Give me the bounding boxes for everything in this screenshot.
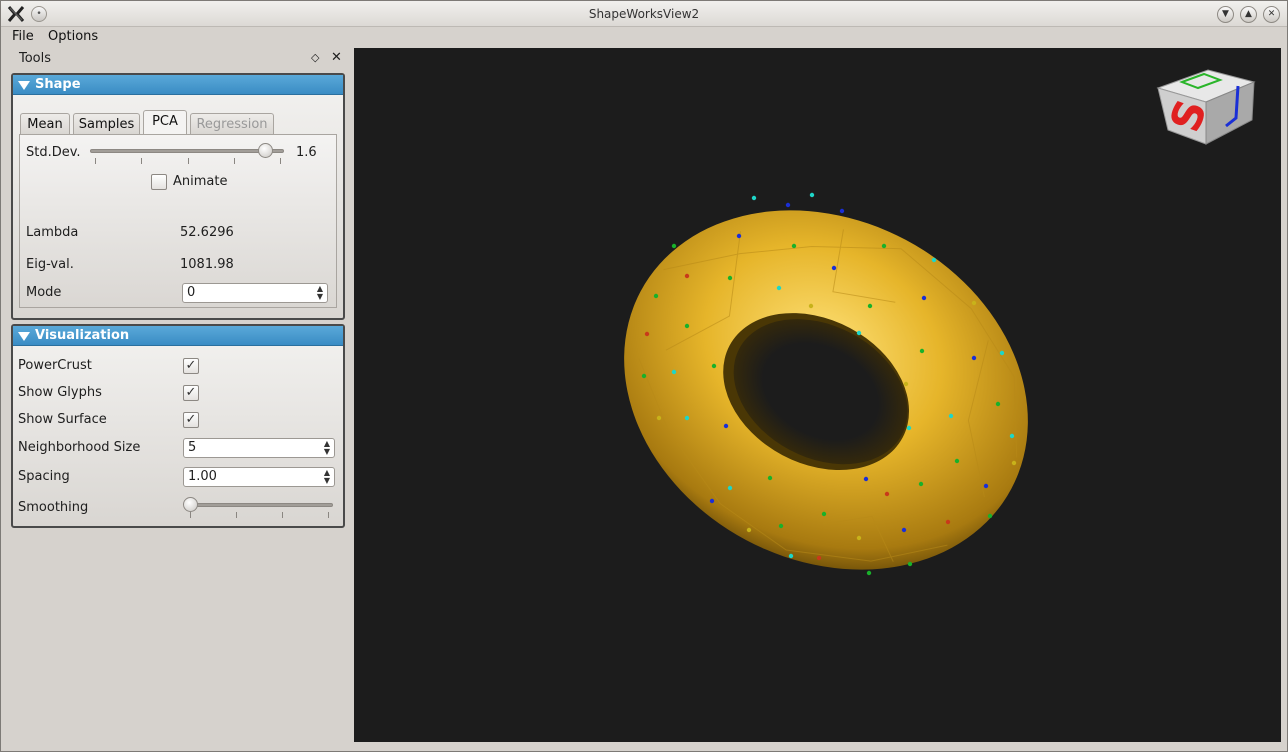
stddev-label: Std.Dev. [26, 145, 81, 160]
slider-tick [236, 512, 237, 518]
slider-tick [234, 158, 235, 164]
show-surface-label: Show Surface [18, 412, 107, 427]
menu-file[interactable]: File [12, 29, 34, 44]
spin-arrows-icon[interactable]: ▲ ▼ [315, 285, 325, 301]
chevron-up-icon: ▲ [1245, 9, 1252, 19]
checkmark-icon: ✓ [185, 412, 197, 427]
window-title: ShapeWorksView2 [588, 7, 700, 21]
shape-group-title: Shape [35, 77, 81, 92]
dock-title: Tools [19, 51, 52, 66]
powercrust-checkbox[interactable]: ✓ [183, 358, 199, 374]
minimize-button[interactable]: ▼ [1217, 6, 1234, 23]
slider-tick [280, 158, 281, 164]
tab-regression: Regression [190, 113, 274, 135]
slider-tick [190, 512, 191, 518]
visualization-group-header[interactable]: Visualization [13, 326, 343, 346]
shape-group-header[interactable]: Shape [13, 75, 343, 95]
spin-arrows-icon[interactable]: ▲ ▼ [322, 469, 332, 485]
maximize-button[interactable]: ▲ [1240, 6, 1257, 23]
menu-options[interactable]: Options [48, 29, 98, 44]
tab-pca[interactable]: PCA [143, 110, 187, 135]
spacing-spinbox[interactable]: 1.00 ▲ ▼ [183, 467, 335, 487]
powercrust-label: PowerCrust [18, 358, 92, 373]
torus-surface[interactable] [354, 48, 1281, 742]
visualization-group-title: Visualization [35, 328, 130, 343]
tools-dock: Tools ◇ ✕ Shape Mean Samples PCA Regress… [5, 49, 349, 743]
slider-tick [328, 512, 329, 518]
neighborhood-size-spinbox[interactable]: 5 ▲ ▼ [183, 438, 335, 458]
neighborhood-size-value: 5 [188, 440, 197, 455]
animate-label: Animate [173, 174, 228, 189]
slider-tick [188, 158, 189, 164]
close-window-button[interactable]: ✕ [1263, 6, 1280, 23]
stddev-slider-handle[interactable] [257, 143, 273, 158]
checkmark-icon: ✓ [185, 385, 197, 400]
render-viewport[interactable]: S [354, 48, 1281, 742]
mode-spinbox[interactable]: 0 ▲ ▼ [182, 283, 328, 303]
animate-checkbox[interactable] [151, 174, 167, 190]
title-bar[interactable]: • ShapeWorksView2 ▼ ▲ ✕ [1, 1, 1287, 27]
smoothing-slider-groove[interactable] [185, 503, 333, 507]
tab-mean[interactable]: Mean [20, 113, 70, 135]
menu-bar: File Options [1, 27, 1287, 47]
eigval-value: 1081.98 [180, 257, 234, 272]
show-surface-checkbox[interactable]: ✓ [183, 412, 199, 428]
chevron-down-icon: ▼ [1222, 9, 1229, 19]
orientation-cube-icon[interactable]: S [1154, 52, 1258, 148]
smoothing-label: Smoothing [18, 500, 89, 515]
lambda-label: Lambda [26, 225, 79, 240]
spin-arrows-icon[interactable]: ▲ ▼ [322, 440, 332, 456]
spacing-value: 1.00 [188, 469, 217, 484]
shape-group: Shape Mean Samples PCA Regression Std.De… [11, 73, 345, 320]
mode-label: Mode [26, 285, 62, 300]
pca-pane: Std.Dev. 1.6 Animate Lambda 52.6296 Eig-… [19, 134, 337, 308]
close-icon: ✕ [1267, 9, 1276, 19]
show-glyphs-label: Show Glyphs [18, 385, 102, 400]
main-window: • ShapeWorksView2 ▼ ▲ ✕ File Options Too… [0, 0, 1288, 752]
lambda-value: 52.6296 [180, 225, 234, 240]
neighborhood-size-label: Neighborhood Size [18, 440, 141, 455]
visualization-group: Visualization PowerCrust ✓ Show Glyphs ✓… [11, 324, 345, 528]
stddev-value: 1.6 [296, 145, 317, 160]
float-icon[interactable]: ◇ [311, 51, 319, 64]
mode-value: 0 [187, 285, 196, 300]
checkmark-icon: ✓ [185, 358, 197, 373]
slider-tick [282, 512, 283, 518]
collapse-arrow-icon [18, 81, 30, 90]
stddev-slider-groove[interactable] [90, 149, 284, 153]
smoothing-slider-handle[interactable] [183, 497, 198, 512]
collapse-arrow-icon [18, 332, 30, 341]
tab-samples[interactable]: Samples [73, 113, 140, 135]
eigval-label: Eig-val. [26, 257, 74, 272]
show-glyphs-checkbox[interactable]: ✓ [183, 385, 199, 401]
close-icon[interactable]: ✕ [331, 50, 342, 65]
spacing-label: Spacing [18, 469, 70, 484]
slider-tick [141, 158, 142, 164]
slider-tick [95, 158, 96, 164]
